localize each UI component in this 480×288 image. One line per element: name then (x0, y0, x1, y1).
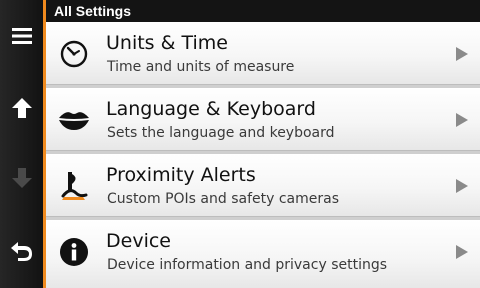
sidebar (0, 0, 46, 288)
menu-button[interactable] (0, 16, 43, 56)
settings-item-title: Proximity Alerts (106, 164, 256, 186)
settings-item-subtitle: Custom POIs and safety cameras (107, 191, 340, 207)
chevron-right-icon (456, 113, 468, 127)
clock-icon (56, 36, 92, 72)
alert-pin-icon (56, 168, 92, 204)
arrow-up-icon (11, 98, 32, 118)
settings-item-units-time[interactable]: Units & Time Time and units of measure (46, 22, 480, 85)
back-button[interactable] (0, 230, 43, 270)
info-icon (56, 234, 92, 270)
settings-item-title: Device (106, 230, 171, 252)
chevron-right-icon (456, 179, 468, 193)
scroll-up-button[interactable] (0, 88, 43, 128)
settings-item-title: Language & Keyboard (106, 98, 316, 120)
chevron-right-icon (456, 47, 468, 61)
menu-icon (11, 28, 32, 44)
chevron-right-icon (456, 245, 468, 259)
settings-item-subtitle: Device information and privacy settings (107, 257, 388, 273)
scroll-down-button[interactable] (0, 158, 43, 198)
back-icon (10, 242, 32, 261)
settings-item-subtitle: Time and units of measure (107, 59, 295, 75)
settings-item-subtitle: Sets the language and keyboard (107, 125, 335, 141)
page-title: All Settings (46, 0, 480, 22)
arrow-down-icon (11, 168, 32, 188)
settings-list: Units & Time Time and units of measure L… (46, 22, 480, 288)
lips-icon (56, 102, 92, 138)
settings-item-language-keyboard[interactable]: Language & Keyboard Sets the language an… (46, 88, 480, 151)
settings-item-proximity-alerts[interactable]: Proximity Alerts Custom POIs and safety … (46, 154, 480, 217)
settings-item-device[interactable]: Device Device information and privacy se… (46, 220, 480, 288)
settings-item-title: Units & Time (106, 32, 228, 54)
